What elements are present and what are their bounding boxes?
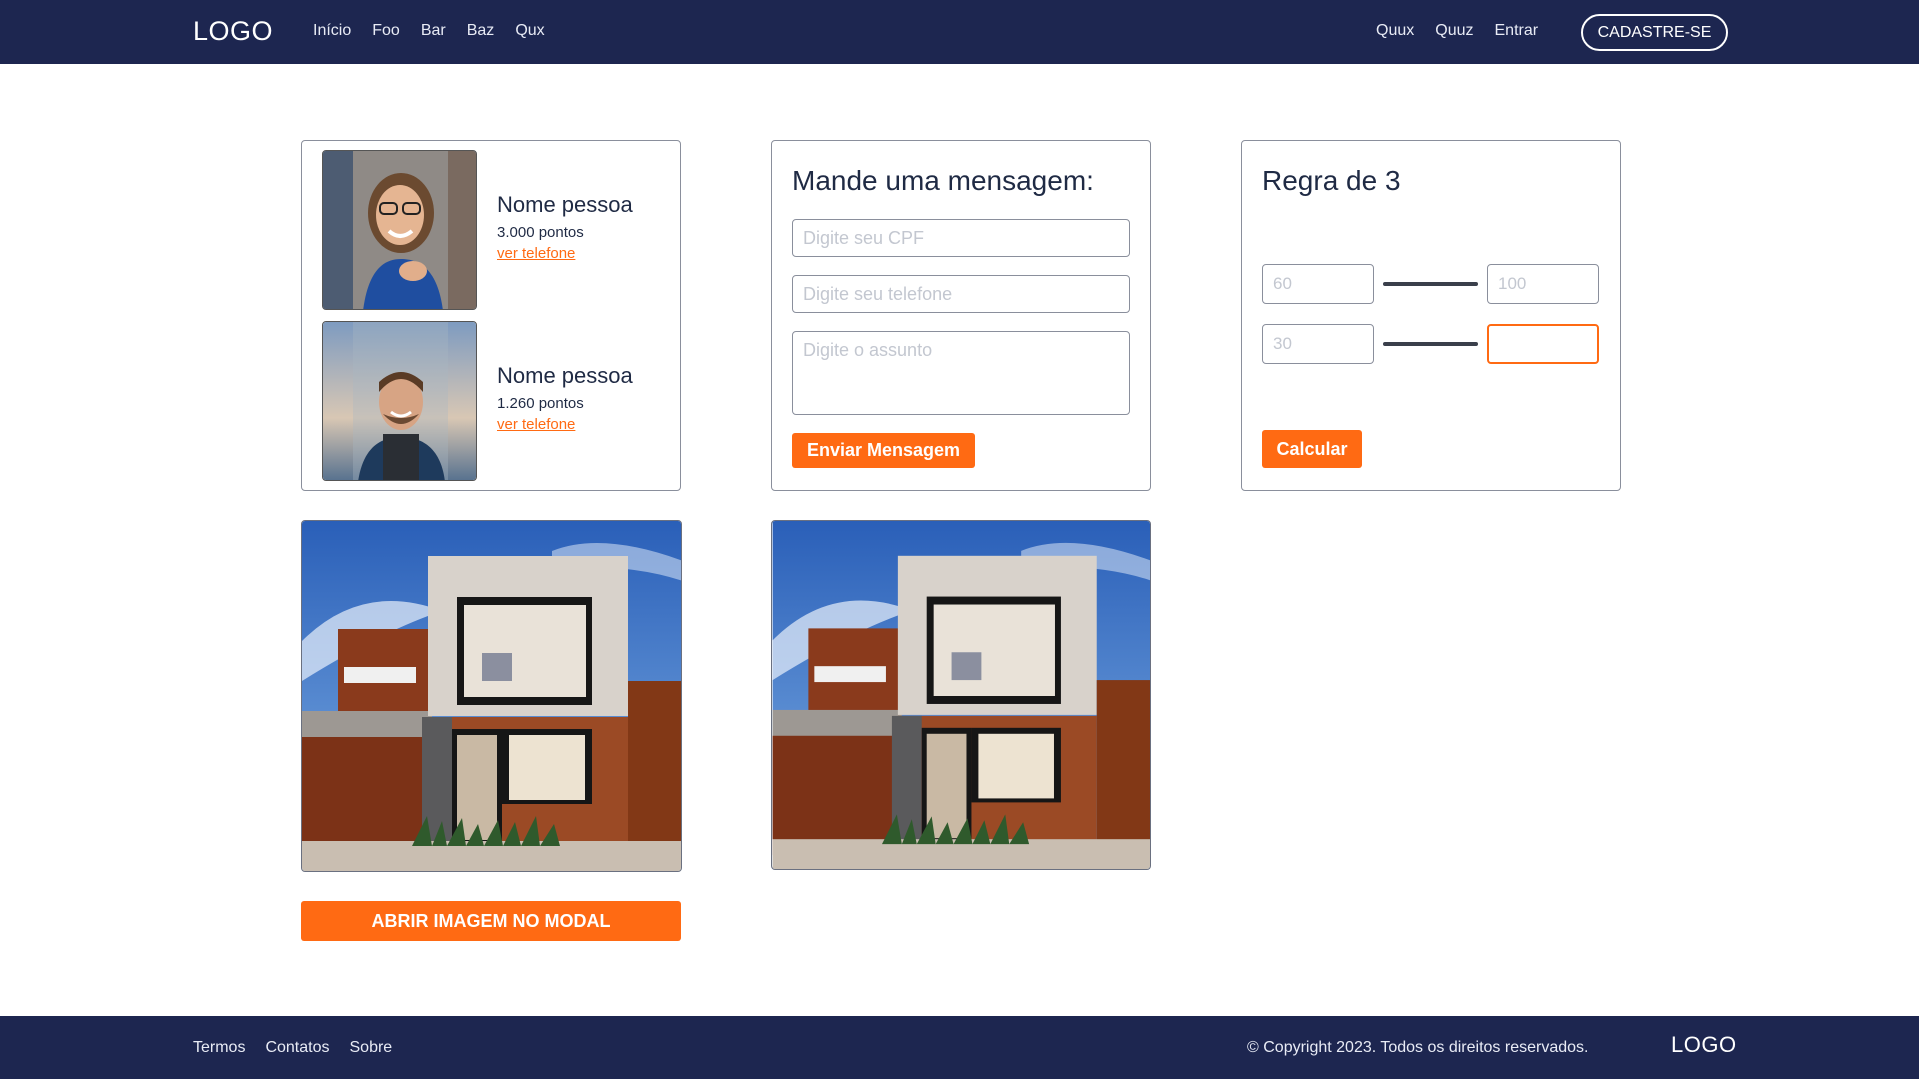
nav-link-quux[interactable]: Quux	[1376, 22, 1414, 40]
nav-link-quuz[interactable]: Quuz	[1435, 22, 1473, 40]
person-points: 3.000 pontos	[497, 224, 584, 241]
nav-link-baz[interactable]: Baz	[467, 22, 495, 40]
person-name: Nome pessoa	[497, 192, 633, 217]
footer-link-sobre[interactable]: Sobre	[350, 1039, 393, 1057]
person-info: Nome pessoa 1.260 pontos ver telefone	[497, 363, 633, 433]
proportion-line	[1383, 282, 1478, 286]
nav-link-foo[interactable]: Foo	[372, 22, 400, 40]
primary-nav: Início Foo Bar Baz Qux	[313, 22, 545, 40]
person-name: Nome pessoa	[497, 363, 633, 388]
footer-nav: Termos Contatos Sobre	[193, 1039, 392, 1057]
cpf-input[interactable]	[792, 219, 1130, 257]
house-image[interactable]	[301, 520, 682, 872]
footer-link-contatos[interactable]: Contatos	[265, 1039, 329, 1057]
copyright-text: © Copyright 2023. Todos os direitos rese…	[1247, 1039, 1589, 1056]
message-card: Mande uma mensagem: Enviar Mensagem	[771, 140, 1151, 491]
proportion-line	[1383, 342, 1478, 346]
view-phone-link[interactable]: ver telefone	[497, 416, 633, 433]
person-avatar-man	[322, 321, 477, 481]
person-item: Nome pessoa 3.000 pontos ver telefone	[322, 150, 662, 310]
person-avatar-woman	[322, 150, 477, 310]
rule-of-three-card: Regra de 3 Calcular	[1241, 140, 1621, 491]
people-card: Nome pessoa 3.000 pontos ver telefone No…	[301, 140, 681, 491]
house-image	[771, 520, 1151, 870]
nav-link-inicio[interactable]: Início	[313, 22, 351, 40]
footer-logo[interactable]: LOGO	[1671, 1032, 1737, 1058]
person-info: Nome pessoa 3.000 pontos ver telefone	[497, 192, 633, 262]
rule-input-a[interactable]	[1262, 264, 1374, 304]
top-navbar: LOGO Início Foo Bar Baz Qux Quux Quuz En…	[0, 0, 1919, 64]
rule-title: Regra de 3	[1262, 165, 1401, 196]
header-logo[interactable]: LOGO	[193, 16, 273, 47]
message-title: Mande uma mensagem:	[792, 165, 1094, 196]
nav-link-bar[interactable]: Bar	[421, 22, 446, 40]
calculate-button[interactable]: Calcular	[1262, 430, 1362, 468]
open-modal-button[interactable]: ABRIR IMAGEM NO MODAL	[301, 901, 681, 941]
subject-input[interactable]	[792, 331, 1130, 415]
signup-button[interactable]: CADASTRE-SE	[1581, 14, 1728, 51]
footer-link-termos[interactable]: Termos	[193, 1039, 245, 1057]
secondary-nav: Quux Quuz Entrar	[1376, 22, 1538, 40]
nav-link-qux[interactable]: Qux	[515, 22, 544, 40]
rule-input-result[interactable]	[1487, 324, 1599, 364]
rule-input-b[interactable]	[1487, 264, 1599, 304]
footer: Termos Contatos Sobre © Copyright 2023. …	[0, 1016, 1919, 1079]
rule-input-c[interactable]	[1262, 324, 1374, 364]
view-phone-link[interactable]: ver telefone	[497, 245, 633, 262]
person-points: 1.260 pontos	[497, 395, 584, 412]
nav-link-entrar[interactable]: Entrar	[1495, 22, 1539, 40]
person-item: Nome pessoa 1.260 pontos ver telefone	[322, 321, 662, 481]
send-message-button[interactable]: Enviar Mensagem	[792, 433, 975, 468]
phone-input[interactable]	[792, 275, 1130, 313]
